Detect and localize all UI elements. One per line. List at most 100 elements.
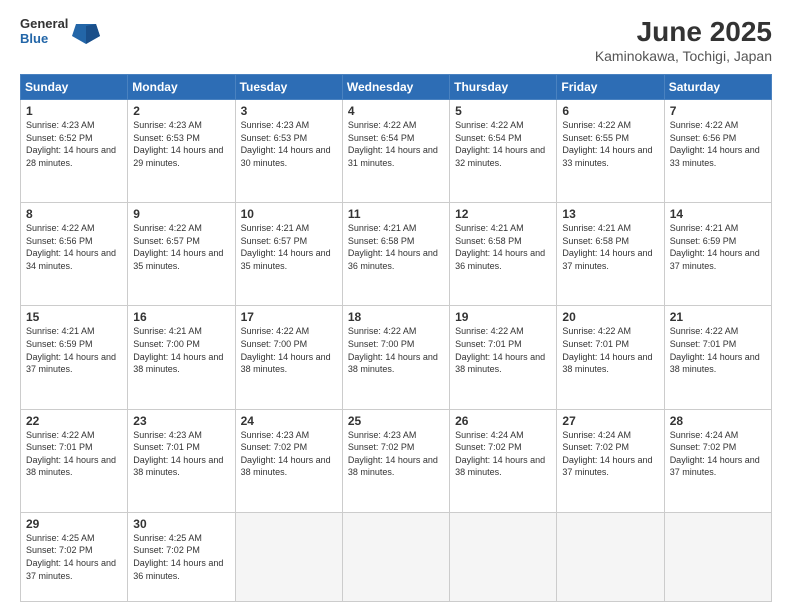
day-info: Sunrise: 4:21 AMSunset: 6:59 PMDaylight:… <box>26 325 122 375</box>
calendar-cell: 13Sunrise: 4:21 AMSunset: 6:58 PMDayligh… <box>557 203 664 306</box>
calendar-cell: 3Sunrise: 4:23 AMSunset: 6:53 PMDaylight… <box>235 100 342 203</box>
calendar-cell: 6Sunrise: 4:22 AMSunset: 6:55 PMDaylight… <box>557 100 664 203</box>
col-header-sunday: Sunday <box>21 75 128 100</box>
month-year: June 2025 <box>595 16 772 48</box>
day-number: 2 <box>133 104 229 118</box>
calendar-cell: 15Sunrise: 4:21 AMSunset: 6:59 PMDayligh… <box>21 306 128 409</box>
calendar-cell <box>557 512 664 601</box>
week-row-3: 15Sunrise: 4:21 AMSunset: 6:59 PMDayligh… <box>21 306 772 409</box>
day-info: Sunrise: 4:22 AMSunset: 6:56 PMDaylight:… <box>670 119 766 169</box>
day-number: 9 <box>133 207 229 221</box>
week-row-4: 22Sunrise: 4:22 AMSunset: 7:01 PMDayligh… <box>21 409 772 512</box>
day-number: 25 <box>348 414 444 428</box>
day-info: Sunrise: 4:24 AMSunset: 7:02 PMDaylight:… <box>562 429 658 479</box>
calendar-cell: 7Sunrise: 4:22 AMSunset: 6:56 PMDaylight… <box>664 100 771 203</box>
day-number: 29 <box>26 517 122 531</box>
day-info: Sunrise: 4:24 AMSunset: 7:02 PMDaylight:… <box>670 429 766 479</box>
calendar-cell <box>342 512 449 601</box>
day-number: 12 <box>455 207 551 221</box>
logo-line1: General <box>20 17 68 32</box>
day-number: 21 <box>670 310 766 324</box>
day-info: Sunrise: 4:22 AMSunset: 6:54 PMDaylight:… <box>348 119 444 169</box>
calendar-cell: 10Sunrise: 4:21 AMSunset: 6:57 PMDayligh… <box>235 203 342 306</box>
day-info: Sunrise: 4:22 AMSunset: 6:57 PMDaylight:… <box>133 222 229 272</box>
col-header-monday: Monday <box>128 75 235 100</box>
day-number: 22 <box>26 414 122 428</box>
day-info: Sunrise: 4:21 AMSunset: 6:59 PMDaylight:… <box>670 222 766 272</box>
day-number: 10 <box>241 207 337 221</box>
day-info: Sunrise: 4:22 AMSunset: 7:01 PMDaylight:… <box>455 325 551 375</box>
day-number: 3 <box>241 104 337 118</box>
calendar-cell: 11Sunrise: 4:21 AMSunset: 6:58 PMDayligh… <box>342 203 449 306</box>
day-info: Sunrise: 4:23 AMSunset: 6:52 PMDaylight:… <box>26 119 122 169</box>
calendar-cell: 21Sunrise: 4:22 AMSunset: 7:01 PMDayligh… <box>664 306 771 409</box>
calendar-cell: 9Sunrise: 4:22 AMSunset: 6:57 PMDaylight… <box>128 203 235 306</box>
calendar-cell: 1Sunrise: 4:23 AMSunset: 6:52 PMDaylight… <box>21 100 128 203</box>
calendar-cell <box>235 512 342 601</box>
col-header-saturday: Saturday <box>664 75 771 100</box>
day-info: Sunrise: 4:22 AMSunset: 7:00 PMDaylight:… <box>241 325 337 375</box>
day-info: Sunrise: 4:22 AMSunset: 6:55 PMDaylight:… <box>562 119 658 169</box>
day-info: Sunrise: 4:22 AMSunset: 7:01 PMDaylight:… <box>26 429 122 479</box>
logo: General Blue <box>20 16 102 48</box>
calendar-cell: 24Sunrise: 4:23 AMSunset: 7:02 PMDayligh… <box>235 409 342 512</box>
day-info: Sunrise: 4:25 AMSunset: 7:02 PMDaylight:… <box>26 532 122 582</box>
day-number: 28 <box>670 414 766 428</box>
calendar-cell: 25Sunrise: 4:23 AMSunset: 7:02 PMDayligh… <box>342 409 449 512</box>
calendar-cell: 12Sunrise: 4:21 AMSunset: 6:58 PMDayligh… <box>450 203 557 306</box>
day-info: Sunrise: 4:22 AMSunset: 6:56 PMDaylight:… <box>26 222 122 272</box>
day-info: Sunrise: 4:23 AMSunset: 7:01 PMDaylight:… <box>133 429 229 479</box>
logo-icon <box>70 16 102 48</box>
day-info: Sunrise: 4:22 AMSunset: 7:01 PMDaylight:… <box>670 325 766 375</box>
day-number: 16 <box>133 310 229 324</box>
calendar-cell: 17Sunrise: 4:22 AMSunset: 7:00 PMDayligh… <box>235 306 342 409</box>
day-number: 27 <box>562 414 658 428</box>
day-info: Sunrise: 4:22 AMSunset: 6:54 PMDaylight:… <box>455 119 551 169</box>
day-number: 30 <box>133 517 229 531</box>
location: Kaminokawa, Tochigi, Japan <box>595 48 772 64</box>
week-row-1: 1Sunrise: 4:23 AMSunset: 6:52 PMDaylight… <box>21 100 772 203</box>
calendar-cell <box>450 512 557 601</box>
day-number: 18 <box>348 310 444 324</box>
calendar-cell: 14Sunrise: 4:21 AMSunset: 6:59 PMDayligh… <box>664 203 771 306</box>
day-info: Sunrise: 4:21 AMSunset: 6:58 PMDaylight:… <box>348 222 444 272</box>
day-number: 26 <box>455 414 551 428</box>
calendar-cell: 20Sunrise: 4:22 AMSunset: 7:01 PMDayligh… <box>557 306 664 409</box>
day-number: 17 <box>241 310 337 324</box>
day-info: Sunrise: 4:22 AMSunset: 7:00 PMDaylight:… <box>348 325 444 375</box>
day-number: 4 <box>348 104 444 118</box>
calendar-cell: 2Sunrise: 4:23 AMSunset: 6:53 PMDaylight… <box>128 100 235 203</box>
day-info: Sunrise: 4:23 AMSunset: 6:53 PMDaylight:… <box>241 119 337 169</box>
header: General Blue June 2025 Kaminokawa, Tochi… <box>20 16 772 64</box>
calendar-cell: 4Sunrise: 4:22 AMSunset: 6:54 PMDaylight… <box>342 100 449 203</box>
day-info: Sunrise: 4:23 AMSunset: 6:53 PMDaylight:… <box>133 119 229 169</box>
calendar-cell <box>664 512 771 601</box>
calendar-table: SundayMondayTuesdayWednesdayThursdayFrid… <box>20 74 772 602</box>
col-header-tuesday: Tuesday <box>235 75 342 100</box>
day-number: 8 <box>26 207 122 221</box>
day-number: 11 <box>348 207 444 221</box>
day-number: 15 <box>26 310 122 324</box>
day-number: 5 <box>455 104 551 118</box>
day-info: Sunrise: 4:21 AMSunset: 7:00 PMDaylight:… <box>133 325 229 375</box>
day-info: Sunrise: 4:24 AMSunset: 7:02 PMDaylight:… <box>455 429 551 479</box>
col-header-wednesday: Wednesday <box>342 75 449 100</box>
calendar-cell: 30Sunrise: 4:25 AMSunset: 7:02 PMDayligh… <box>128 512 235 601</box>
day-number: 13 <box>562 207 658 221</box>
title-block: June 2025 Kaminokawa, Tochigi, Japan <box>595 16 772 64</box>
calendar-header-row: SundayMondayTuesdayWednesdayThursdayFrid… <box>21 75 772 100</box>
calendar-cell: 5Sunrise: 4:22 AMSunset: 6:54 PMDaylight… <box>450 100 557 203</box>
day-number: 24 <box>241 414 337 428</box>
day-info: Sunrise: 4:23 AMSunset: 7:02 PMDaylight:… <box>348 429 444 479</box>
day-info: Sunrise: 4:25 AMSunset: 7:02 PMDaylight:… <box>133 532 229 582</box>
calendar-cell: 26Sunrise: 4:24 AMSunset: 7:02 PMDayligh… <box>450 409 557 512</box>
page: General Blue June 2025 Kaminokawa, Tochi… <box>0 0 792 612</box>
calendar-cell: 18Sunrise: 4:22 AMSunset: 7:00 PMDayligh… <box>342 306 449 409</box>
day-number: 1 <box>26 104 122 118</box>
calendar-cell: 8Sunrise: 4:22 AMSunset: 6:56 PMDaylight… <box>21 203 128 306</box>
col-header-friday: Friday <box>557 75 664 100</box>
day-info: Sunrise: 4:22 AMSunset: 7:01 PMDaylight:… <box>562 325 658 375</box>
calendar-cell: 19Sunrise: 4:22 AMSunset: 7:01 PMDayligh… <box>450 306 557 409</box>
day-number: 19 <box>455 310 551 324</box>
week-row-5: 29Sunrise: 4:25 AMSunset: 7:02 PMDayligh… <box>21 512 772 601</box>
